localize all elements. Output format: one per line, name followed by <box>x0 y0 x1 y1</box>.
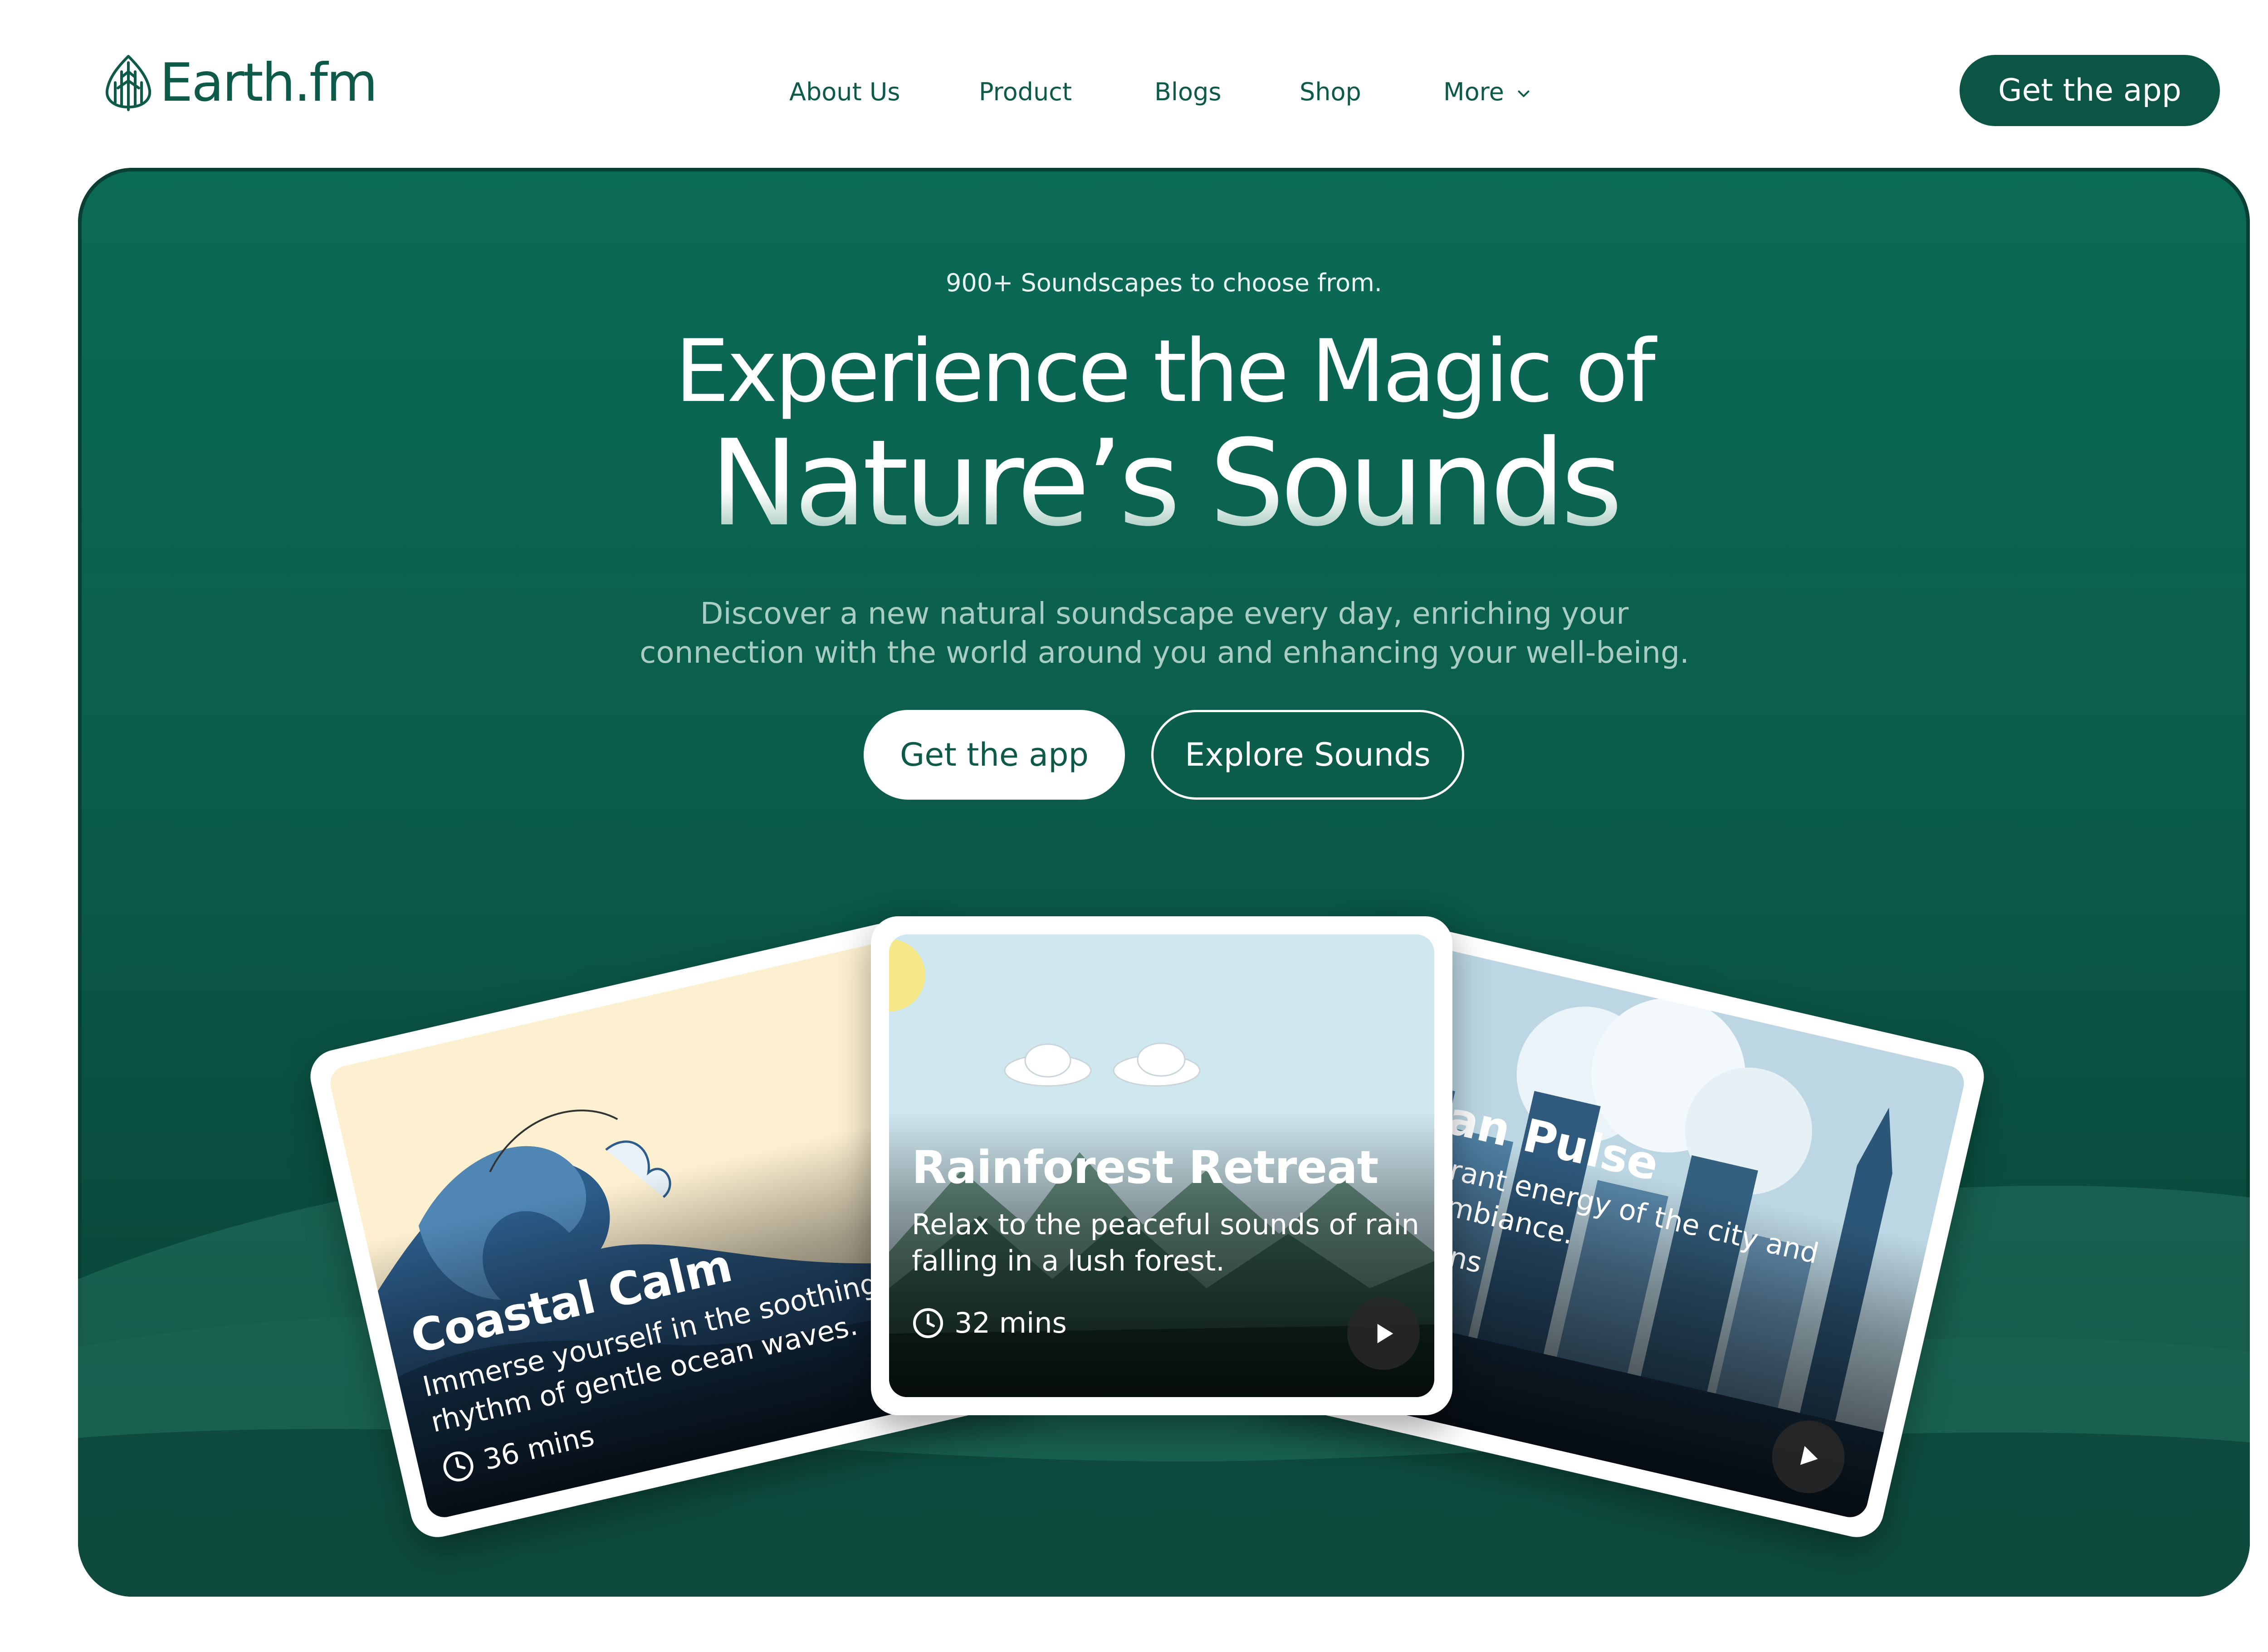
hero-title-line2: Nature’s Sounds <box>78 415 2250 552</box>
nav-more[interactable]: More <box>1443 76 1532 108</box>
hero-tagline: 900+ Soundscapes to choose from. <box>946 269 1382 297</box>
main-nav: About Us Product Blogs Shop More <box>0 76 2268 108</box>
nav-blogs[interactable]: Blogs <box>1154 76 1222 108</box>
card-duration-label: 32 mins <box>954 1306 1067 1339</box>
card-description: Relax to the peaceful sounds of rain fal… <box>912 1208 1419 1277</box>
hero-button-group: Get the app Explore Sounds <box>78 710 2250 801</box>
hero-get-app-button[interactable]: Get the app <box>864 710 1125 800</box>
play-icon <box>1377 1324 1393 1344</box>
nav-shop[interactable]: Shop <box>1300 76 1361 108</box>
hero-title-line1: Experience the Magic of <box>675 321 1656 421</box>
explore-sounds-button[interactable]: Explore Sounds <box>1151 710 1464 800</box>
play-button[interactable] <box>1347 1297 1420 1370</box>
chevron-down-icon <box>1518 90 1530 98</box>
card-duration: 32 mins <box>912 1306 1067 1339</box>
hero-subtitle: Discover a new natural soundscape every … <box>640 596 1689 670</box>
nav-more-label: More <box>1443 78 1504 106</box>
nav-about-us[interactable]: About Us <box>789 76 900 108</box>
nav-product[interactable]: Product <box>979 76 1072 108</box>
card-title: Rainforest Retreat <box>912 1141 1378 1194</box>
card-media: Rainforest Retreat Relax to the peaceful… <box>889 934 1434 1397</box>
clock-icon <box>913 1308 943 1338</box>
play-icon <box>1800 1446 1818 1465</box>
site-header: Earth.fm About Us Product Blogs Shop Mor… <box>0 0 2268 168</box>
header-get-app-button[interactable]: Get the app <box>1960 55 2220 126</box>
clock-icon <box>443 1451 474 1481</box>
soundscape-card-rainforest-retreat[interactable]: Rainforest Retreat Relax to the peaceful… <box>871 916 1452 1415</box>
